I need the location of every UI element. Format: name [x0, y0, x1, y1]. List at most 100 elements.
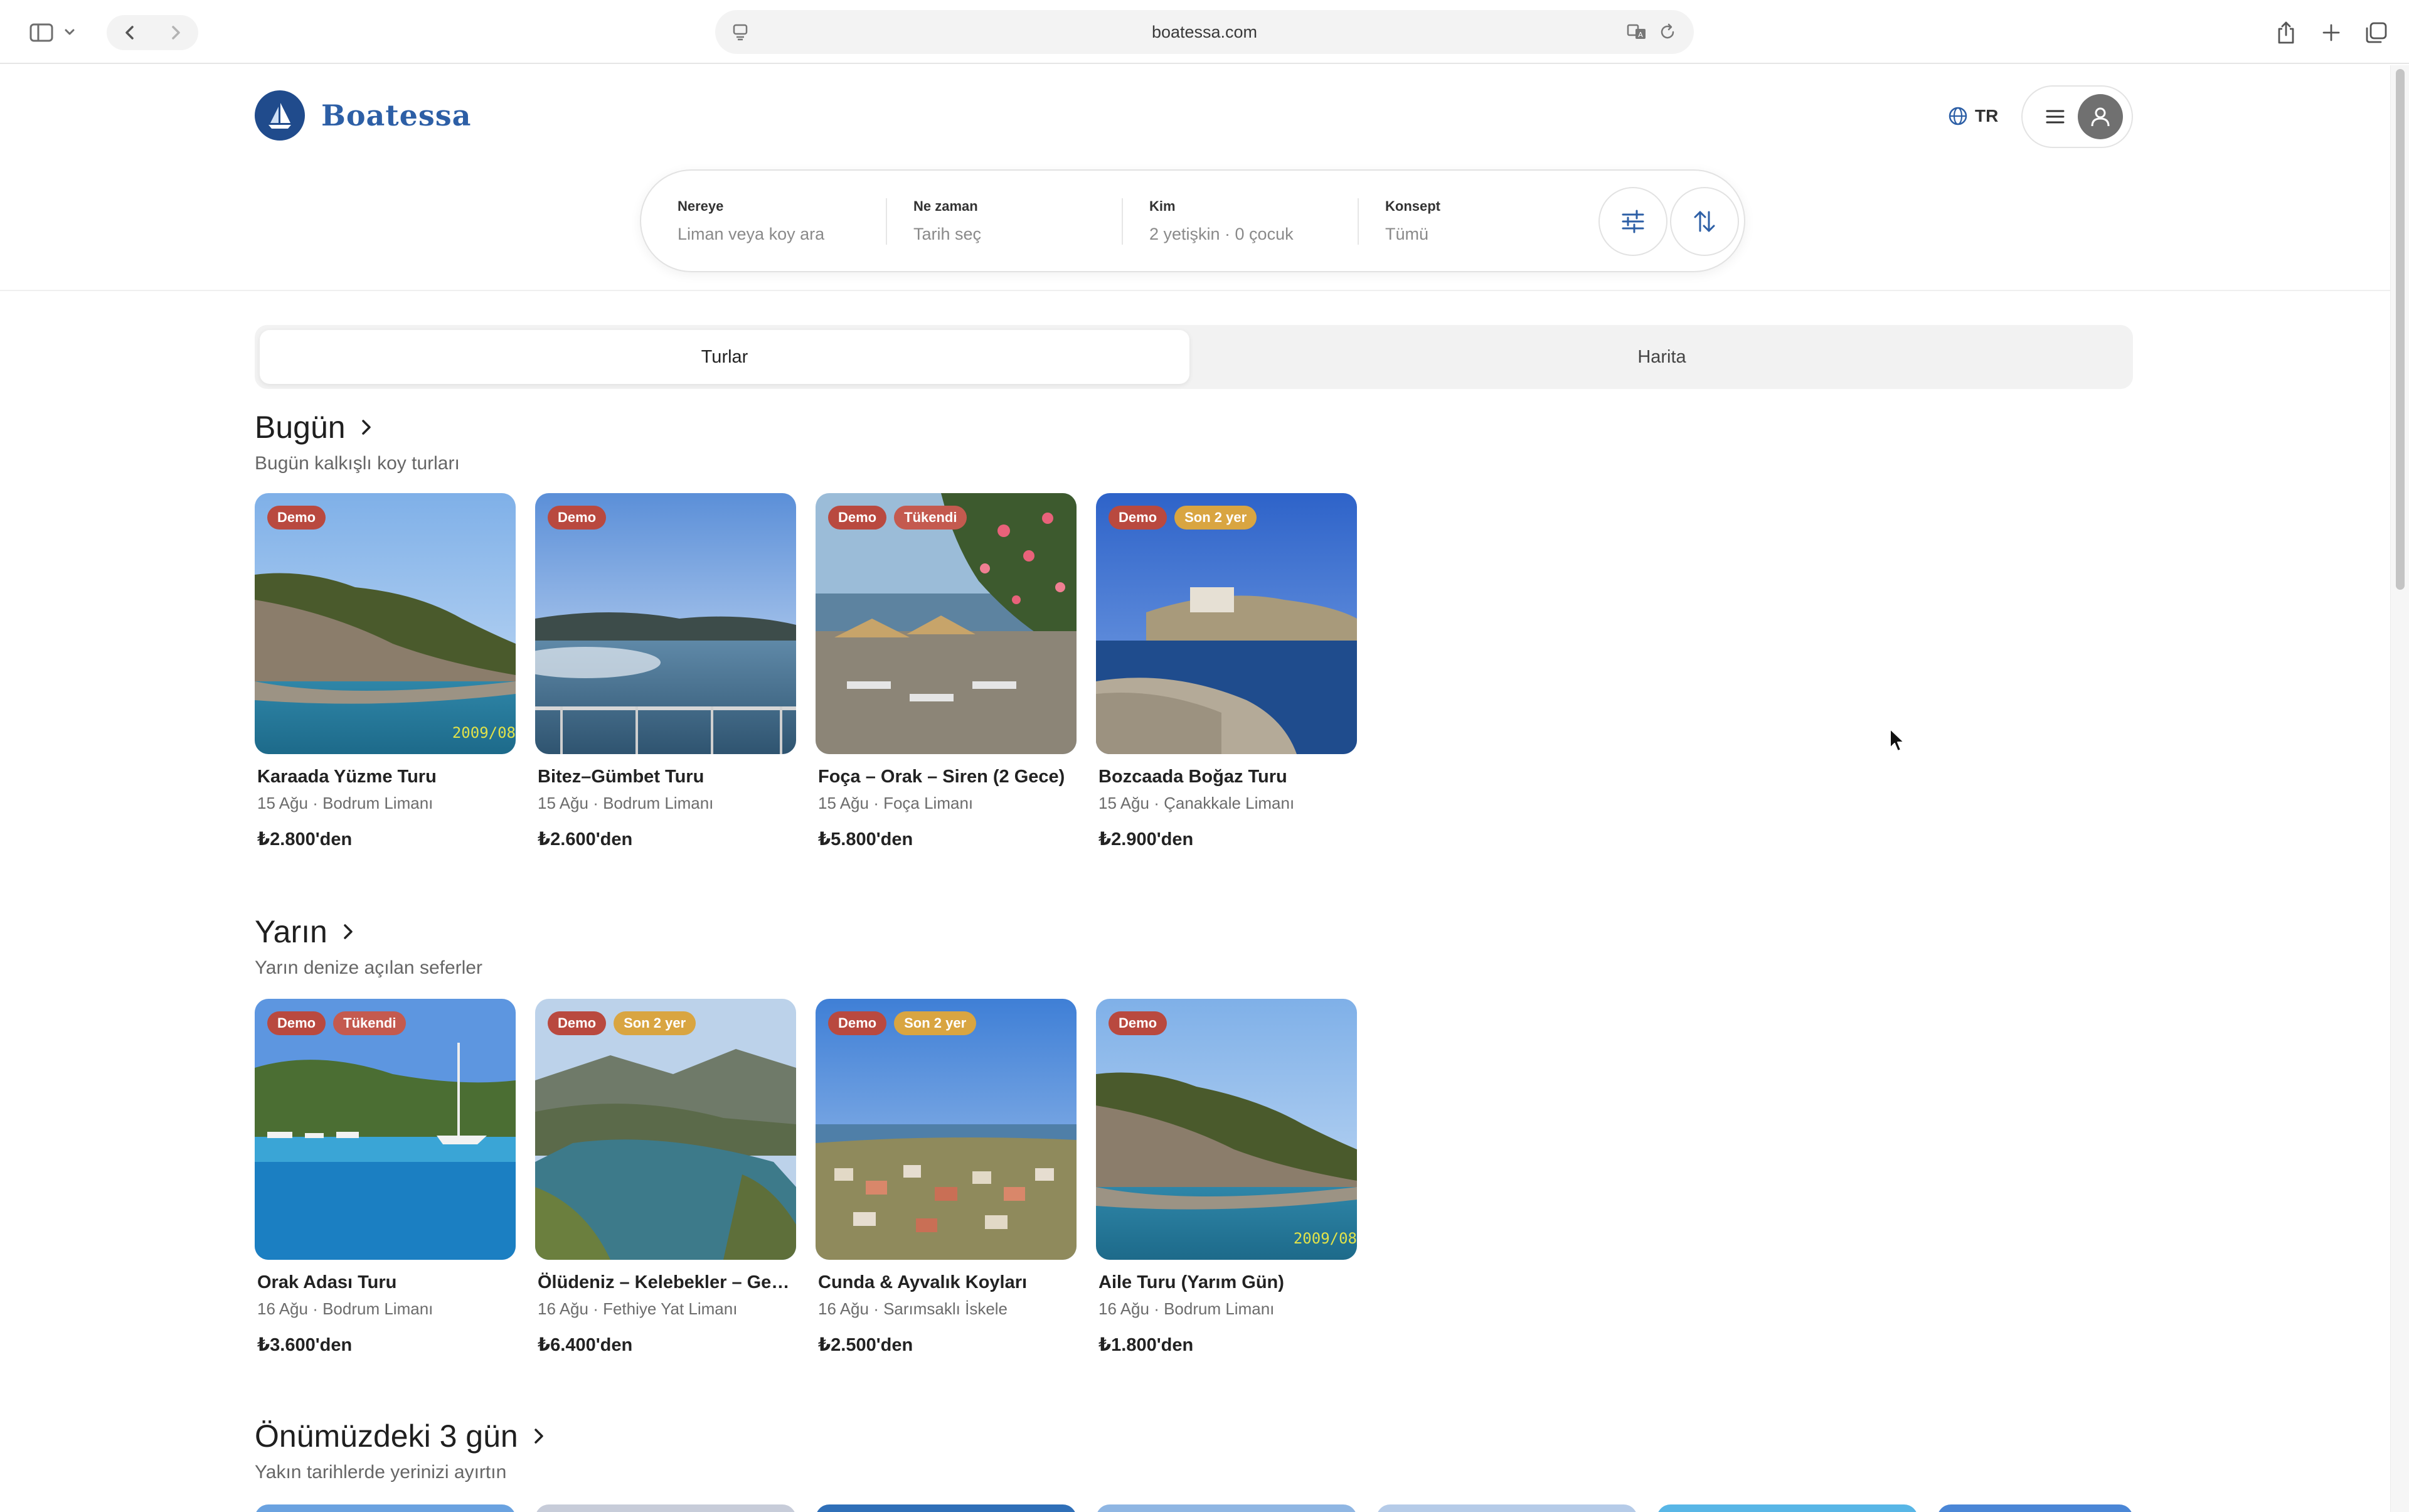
- sidebar-toggle-button[interactable]: [15, 15, 97, 50]
- badge-demo: Demo: [548, 506, 607, 530]
- search-divider: [886, 198, 887, 245]
- tour-name: Aile Turu (Yarım Gün): [1098, 1272, 1284, 1292]
- badge-demo: Demo: [828, 506, 887, 530]
- tour-image[interactable]: Demo Tükendi: [816, 493, 1077, 754]
- badge-sold-out: Tükendi: [894, 506, 967, 530]
- tour-card[interactable]: Demo Son 2 yer Ölüdeniz – Kelebekler – G…: [535, 999, 796, 1356]
- tour-image[interactable]: Demo 2009/08: [255, 493, 516, 754]
- badge-demo: Demo: [1109, 1011, 1167, 1035]
- tab-map[interactable]: Harita: [1196, 330, 2128, 384]
- tabs-icon: [2366, 22, 2387, 43]
- tour-card-image-peek[interactable]: [1376, 1504, 1637, 1512]
- badge-group: Demo Son 2 yer: [828, 1011, 977, 1035]
- tour-price: ₺2.900'den: [1098, 829, 1194, 849]
- section-title-today[interactable]: Bugün: [255, 409, 376, 445]
- tour-card-image-peek[interactable]: [535, 1504, 796, 1512]
- tour-image[interactable]: Demo 2009/08: [1096, 999, 1357, 1260]
- tour-meta: 15 Ağu · Foça Limanı: [818, 794, 974, 812]
- tour-meta: 16 Ağu · Bodrum Limanı: [257, 1299, 433, 1318]
- tour-card[interactable]: Demo Bitez–Gümbet Turu 15 Ağu · Bodrum L…: [535, 493, 796, 850]
- tour-card[interactable]: Demo 2009/08 Aile Turu (Yarım Gün) 16 Ağ…: [1096, 999, 1357, 1356]
- tour-name: Ölüdeniz – Kelebekler – Gemiler: [538, 1272, 796, 1292]
- sidebar-icon: [29, 23, 53, 42]
- badge-group: Demo Son 2 yer: [1109, 506, 1257, 530]
- badge-group: Demo: [548, 506, 607, 530]
- chevron-right-icon: [361, 420, 371, 435]
- user-menu-button[interactable]: [2021, 85, 2133, 148]
- tour-name: Cunda & Ayvalık Koyları: [818, 1272, 1028, 1292]
- sailboat-icon: [255, 90, 305, 141]
- search-where-value: Liman veya koy ara: [678, 225, 825, 243]
- tour-card-image-peek[interactable]: [1657, 1504, 1918, 1512]
- address-bar[interactable]: boatessa.com A: [715, 10, 1694, 54]
- tour-price: ₺2.800'den: [257, 829, 353, 849]
- translate-icon[interactable]: A: [1626, 22, 1649, 42]
- browser-toolbar: boatessa.com A: [0, 0, 2409, 64]
- history-navigation: [107, 15, 198, 50]
- photo-date-stamp: 2009/08: [1293, 1230, 1357, 1247]
- chevron-right-icon: [344, 924, 353, 939]
- tour-price: ₺1.800'den: [1098, 1335, 1194, 1355]
- tour-card[interactable]: Demo Son 2 yer Cunda & Ayvalık Koyları 1…: [816, 999, 1077, 1356]
- share-icon: [2278, 21, 2294, 44]
- tour-image[interactable]: Demo Son 2 yer: [535, 999, 796, 1260]
- badge-demo: Demo: [267, 1011, 326, 1035]
- tour-image[interactable]: Demo Son 2 yer: [816, 999, 1077, 1260]
- filters-button[interactable]: [1598, 187, 1667, 256]
- search-concept-field[interactable]: Konsept Tümü: [1385, 198, 1573, 244]
- page-scrollbar[interactable]: [2390, 65, 2409, 1512]
- view-tabs: Turlar Harita: [255, 325, 2133, 389]
- tour-price: ₺2.600'den: [538, 829, 633, 849]
- search-who-field[interactable]: Kim 2 yetişkin · 0 çocuk: [1149, 198, 1350, 244]
- tour-card[interactable]: Demo 2009/08 Karaada Yüzme Turu 15 Ağu ·…: [255, 493, 516, 850]
- language-selector[interactable]: TR: [1947, 105, 1998, 127]
- chevron-left-icon: [125, 26, 134, 40]
- badge-last-seats: Son 2 yer: [614, 1011, 696, 1035]
- search-divider: [1358, 198, 1359, 245]
- search-who-value: 2 yetişkin · 0 çocuk: [1149, 225, 1294, 243]
- tab-overview-button[interactable]: [2359, 15, 2394, 50]
- share-button[interactable]: [2268, 15, 2304, 50]
- scrollbar-thumb[interactable]: [2396, 69, 2405, 590]
- badge-demo: Demo: [267, 506, 326, 530]
- section-subtitle-tomorrow: Yarın denize açılan seferler: [255, 957, 482, 978]
- tour-image[interactable]: Demo Tükendi: [255, 999, 516, 1260]
- sort-button[interactable]: [1670, 187, 1739, 256]
- site-header: Boatessa TR Nereye Liman veya koy ara Ne…: [0, 65, 2390, 291]
- tour-price: ₺3.600'den: [257, 1335, 353, 1355]
- search-where-field[interactable]: Nereye Liman veya koy ara: [678, 198, 878, 244]
- plus-icon: [2322, 24, 2340, 41]
- tour-card-image-peek[interactable]: [1937, 1504, 2133, 1512]
- tour-card[interactable]: Demo Tükendi Orak Adası Turu 16 Ağu · Bo…: [255, 999, 516, 1356]
- tour-card[interactable]: Demo Tükendi Foça – Orak – Siren (2 Gece…: [816, 493, 1077, 850]
- chevron-right-icon: [534, 1429, 543, 1444]
- site-logo[interactable]: Boatessa: [255, 90, 471, 141]
- page-settings-icon[interactable]: [730, 22, 750, 42]
- back-button[interactable]: [107, 15, 152, 50]
- tour-meta: 15 Ağu · Bodrum Limanı: [257, 794, 433, 812]
- reload-icon[interactable]: [1657, 22, 1678, 42]
- section-title-tomorrow[interactable]: Yarın: [255, 913, 358, 950]
- new-tab-button[interactable]: [2314, 15, 2349, 50]
- badge-demo: Demo: [828, 1011, 887, 1035]
- search-when-field[interactable]: Ne zaman Tarih seç: [913, 198, 1114, 244]
- badge-sold-out: Tükendi: [333, 1011, 407, 1035]
- tour-meta: 16 Ağu · Fethiye Yat Limanı: [538, 1299, 738, 1318]
- search-where-label: Nereye: [678, 198, 724, 214]
- tab-tours[interactable]: Turlar: [260, 330, 1189, 384]
- tour-card[interactable]: Demo Son 2 yer Bozcaada Boğaz Turu 15 Ağ…: [1096, 493, 1357, 850]
- svg-text:A: A: [1638, 31, 1643, 39]
- mouse-cursor-icon: [1890, 728, 1905, 752]
- section-title-next-3-days[interactable]: Önümüzdeki 3 gün: [255, 1418, 548, 1454]
- section-title-text: Yarın: [255, 914, 327, 949]
- tour-image[interactable]: Demo Son 2 yer: [1096, 493, 1357, 754]
- tour-image[interactable]: Demo: [535, 493, 796, 754]
- tour-price: ₺6.400'den: [538, 1335, 633, 1355]
- tour-card-image-peek[interactable]: [255, 1504, 516, 1512]
- tour-card-image-peek[interactable]: [1096, 1504, 1357, 1512]
- tour-meta: 16 Ağu · Sarımsaklı İskele: [818, 1299, 1008, 1318]
- url-text: boatessa.com: [1151, 22, 1258, 41]
- tour-meta: 16 Ağu · Bodrum Limanı: [1098, 1299, 1275, 1318]
- forward-button[interactable]: [152, 15, 198, 50]
- tour-card-image-peek[interactable]: [816, 1504, 1077, 1512]
